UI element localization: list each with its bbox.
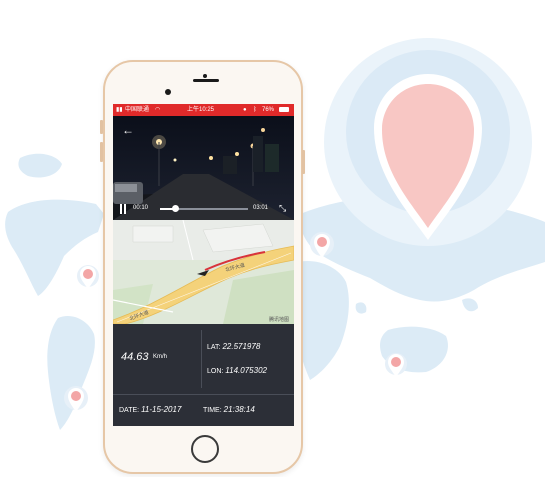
status-bar: ▮▮ 中国联通 ◠ 上午10:25 ● ᛒ 76% — [113, 104, 294, 116]
signal-icon: ▮▮ — [116, 107, 123, 113]
longitude-value: 114.075302 — [225, 366, 267, 375]
status-time: 上午10:25 — [187, 107, 215, 113]
pause-icon[interactable] — [119, 204, 128, 214]
fullscreen-icon[interactable]: ⤡ — [279, 203, 286, 214]
time-value: 21:38:14 — [223, 405, 255, 414]
dashcam-video-player[interactable]: ← 00:10 03:01 ⤡ — [113, 116, 294, 220]
battery-icon — [279, 107, 289, 112]
phone-front-camera — [165, 89, 171, 95]
speed-value: 44.63 — [121, 351, 149, 363]
time-row: TIME: 21:38:14 — [203, 405, 255, 414]
progress-knob[interactable] — [171, 205, 179, 212]
total-time: 03:01 — [253, 205, 269, 211]
phone-sensor — [203, 74, 207, 78]
panel-divider — [113, 394, 294, 395]
latitude-label: LAT: — [207, 344, 221, 351]
longitude-label: LON: — [207, 368, 224, 375]
volume-button — [100, 120, 103, 134]
current-time: 00:10 — [133, 205, 149, 211]
time-label: TIME: — [203, 407, 222, 414]
latitude-value: 22.571978 — [222, 342, 261, 351]
carrier-label: 中国联通 — [125, 107, 150, 113]
date-row: DATE: 11-15-2017 — [119, 405, 181, 414]
speed-unit: Km/h — [153, 354, 168, 360]
date-value: 11-15-2017 — [141, 405, 182, 414]
app-screen: ▮▮ 中国联通 ◠ 上午10:25 ● ᛒ 76% ← 00:10 03:01 … — [113, 104, 294, 426]
panel-divider — [201, 330, 202, 388]
map-graphic — [113, 220, 294, 324]
longitude-row: LON: 114.075302 — [207, 366, 267, 375]
phone-speaker — [193, 79, 219, 82]
latitude-row: LAT: 22.571978 — [207, 342, 260, 351]
bluetooth-icon: ᛒ — [253, 107, 257, 113]
home-button[interactable] — [191, 435, 219, 463]
battery-percent: 76% — [262, 107, 275, 113]
gps-info-panel: 44.63 Km/h LAT: 22.571978 LON: 114.07530… — [113, 324, 294, 426]
video-progress-slider[interactable] — [160, 205, 248, 212]
back-arrow-icon[interactable]: ← — [122, 124, 134, 136]
alarm-icon: ● — [243, 107, 247, 113]
volume-button — [100, 142, 103, 162]
video-controls: 00:10 03:01 ⤡ — [113, 200, 294, 218]
map-watermark: 腾讯地图 — [269, 317, 290, 323]
route-map[interactable]: 北环大道 北环大道 腾讯地图 — [113, 220, 294, 324]
power-button — [302, 150, 305, 174]
wifi-icon: ◠ — [155, 107, 161, 113]
date-label: DATE: — [119, 407, 140, 414]
